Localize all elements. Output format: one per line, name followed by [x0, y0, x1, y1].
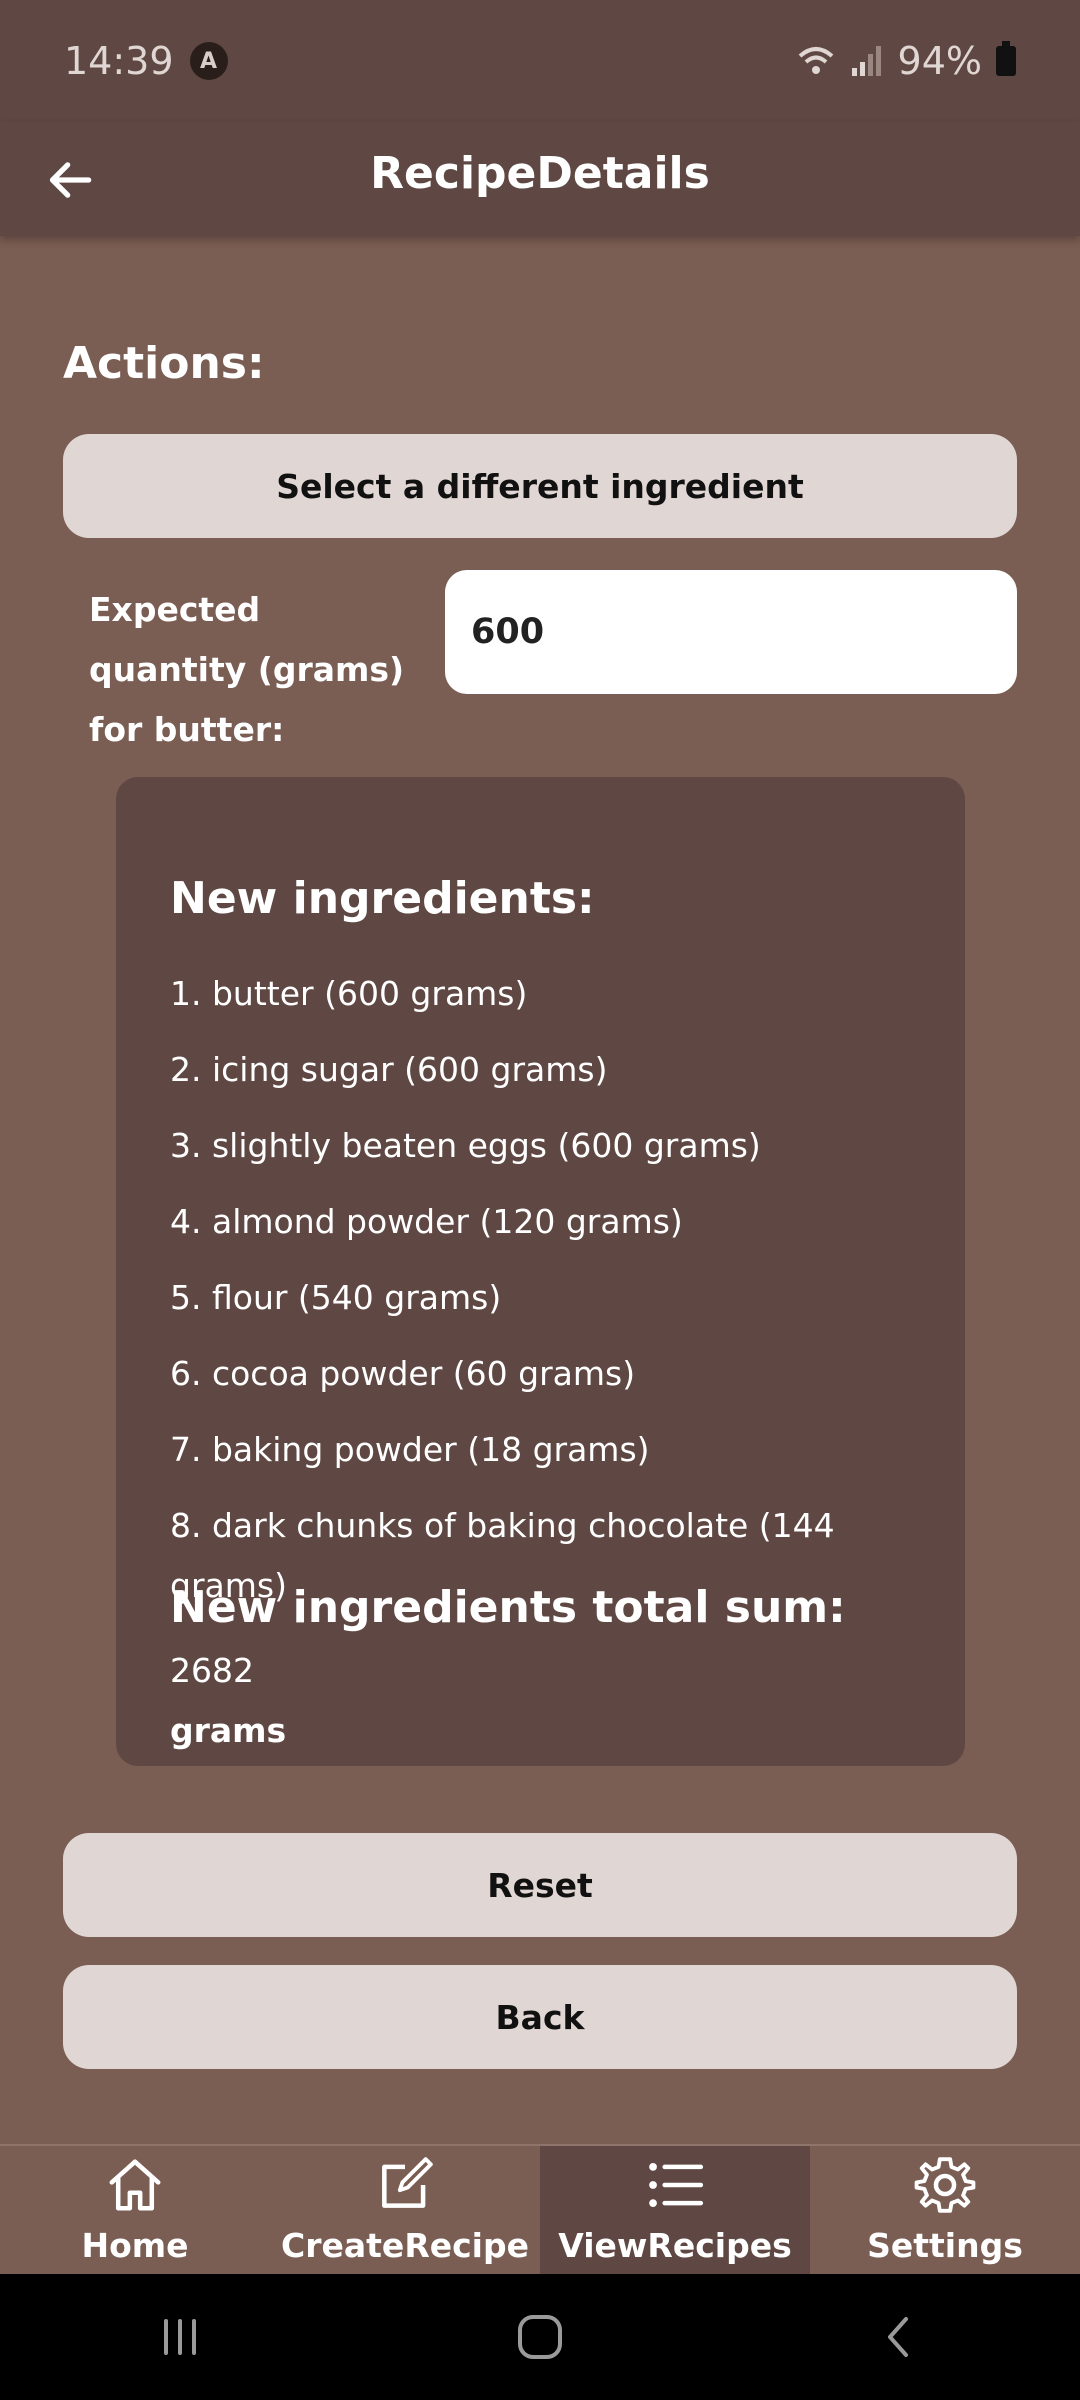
app-bar: RecipeDetails [0, 122, 1080, 236]
nav-label-home: Home [81, 2226, 189, 2265]
recent-apps-icon[interactable] [150, 2307, 210, 2367]
total-sum: New ingredients total sum: 2682 grams [170, 1578, 913, 1761]
system-nav-bar [0, 2274, 1080, 2400]
ingredient-item: 2. icing sugar (600 grams) [170, 1050, 608, 1089]
reset-button[interactable]: Reset [63, 1833, 1017, 1937]
edit-icon [382, 2157, 433, 2208]
new-ingredients-title: New ingredients: [170, 873, 595, 924]
system-back-icon[interactable] [870, 2307, 930, 2367]
nav-item-createrecipe[interactable]: CreateRecipe [270, 2146, 540, 2276]
wifi-icon [798, 47, 833, 74]
battery-icon [996, 41, 1016, 76]
total-sum-unit: grams [170, 1711, 287, 1750]
gear-icon [914, 2157, 976, 2213]
nav-item-home[interactable]: Home [0, 2146, 270, 2276]
total-sum-label: New ingredients total sum: [170, 1582, 846, 1633]
total-sum-value: 2682 [170, 1651, 254, 1690]
ingredient-item: 1. butter (600 grams) [170, 974, 528, 1013]
status-time: 14:39 [64, 39, 174, 83]
nav-label-settings: Settings [867, 2226, 1023, 2265]
page-title: RecipeDetails [370, 148, 710, 199]
home-icon [109, 2159, 161, 2211]
ingredient-item: 3. slightly beaten eggs (600 grams) [170, 1126, 761, 1165]
battery-percent: 94% [897, 39, 982, 83]
nav-item-settings[interactable]: Settings [810, 2146, 1080, 2276]
new-ingredients-card: New ingredients: 1. butter (600 grams) 2… [116, 777, 965, 1766]
quantity-label: Expected quantity (grams) for butter: [89, 590, 405, 749]
nav-label-createrecipe: CreateRecipe [281, 2226, 529, 2265]
app-notification-icon: A [189, 42, 228, 80]
home-button-icon[interactable] [510, 2307, 570, 2367]
signal-icon [851, 46, 881, 76]
back-button[interactable]: Back [63, 1965, 1017, 2069]
ingredient-item: 6. cocoa powder (60 grams) [170, 1354, 636, 1393]
ingredient-item: 4. almond powder (120 grams) [170, 1202, 683, 1241]
nav-item-viewrecipes[interactable]: ViewRecipes [540, 2146, 810, 2276]
select-ingredient-button[interactable]: Select a different ingredient [63, 434, 1017, 538]
status-bar: 14:39 A 94% [0, 0, 1080, 122]
bottom-nav: Home CreateRecipe ViewRecipes Settings [0, 2144, 1080, 2276]
ingredient-item: 7. baking powder (18 grams) [170, 1430, 650, 1469]
quantity-input[interactable]: 600 [445, 570, 1017, 694]
actions-heading: Actions: [63, 338, 265, 389]
ingredient-item: 8. dark chunks of baking chocolate (144 … [170, 1506, 835, 1605]
nav-label-viewrecipes: ViewRecipes [558, 2226, 792, 2265]
ingredient-list: 1. butter (600 grams) 2. icing sugar (60… [170, 964, 913, 1605]
list-icon [649, 2163, 704, 2207]
ingredient-item: 5. flour (540 grams) [170, 1278, 502, 1317]
